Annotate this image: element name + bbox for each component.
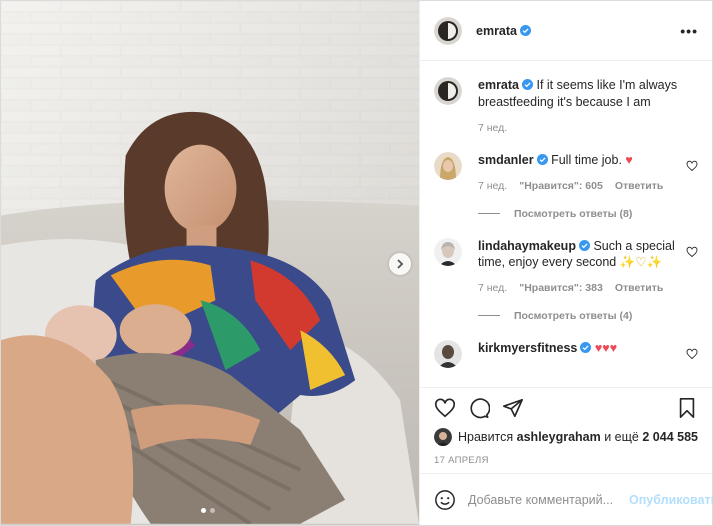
bookmark-icon[interactable] — [676, 397, 698, 419]
likes-summary[interactable]: Нравится ashleygraham и ещё 2 044 585 — [420, 427, 712, 447]
post-header: emrata ••• — [420, 1, 712, 61]
chevron-right-icon — [397, 259, 404, 269]
reply-button[interactable]: Ответить — [615, 282, 664, 294]
like-heart-icon[interactable] — [434, 397, 456, 419]
action-bar — [420, 387, 712, 427]
view-replies-button[interactable]: Посмотреть ответы (4) — [478, 310, 678, 322]
liker-avatar — [434, 428, 452, 446]
carousel-dots — [201, 508, 215, 513]
caption-username[interactable]: emrata — [478, 78, 519, 92]
caption: emrata If it seems like I'm always breas… — [434, 77, 698, 134]
comment-time[interactable]: 7 нед. — [478, 282, 507, 294]
photo-mother-breastfeeding — [1, 1, 419, 524]
carousel-dot-1 — [201, 508, 206, 513]
red-hearts-emoji: ♥♥♥ — [594, 340, 618, 355]
comment-bubble-icon[interactable] — [468, 397, 490, 419]
divider — [478, 315, 500, 316]
comment-username[interactable]: kirkmyersfitness — [478, 341, 577, 355]
avatar[interactable] — [434, 77, 462, 105]
carousel-dot-2 — [210, 508, 215, 513]
like-comment-heart-icon[interactable] — [686, 160, 698, 172]
view-replies-label: Посмотреть ответы (8) — [514, 207, 633, 220]
comment-text: Full time job. — [551, 153, 622, 167]
post-photo[interactable] — [1, 1, 419, 525]
comments-list[interactable]: emrata If it seems like I'm always breas… — [420, 61, 712, 387]
comment-time[interactable]: 7 нед. — [478, 180, 507, 192]
likes-user[interactable]: ashleygraham — [517, 430, 601, 444]
caption-text: emrata If it seems like I'm always breas… — [478, 77, 678, 110]
comment-username[interactable]: lindahaymakeup — [478, 239, 576, 253]
red-heart-emoji: ♥ — [625, 153, 633, 167]
verified-badge-icon — [520, 25, 531, 36]
more-options-icon[interactable]: ••• — [680, 23, 698, 39]
verified-badge-icon — [536, 154, 548, 165]
likes-prefix: Нравится — [458, 430, 514, 444]
post-date[interactable]: 17 АПРЕЛЯ — [420, 447, 712, 473]
comment-item: kirkmyersfitness ♥♥♥ — [434, 339, 698, 368]
view-replies-label: Посмотреть ответы (4) — [514, 309, 633, 322]
comment-item: smdanler Full time job. ♥ 7 нед. "Нравит… — [434, 152, 698, 220]
divider — [478, 213, 500, 214]
avatar[interactable] — [434, 152, 462, 180]
verified-badge-icon — [522, 79, 533, 90]
comment-likes[interactable]: "Нравится": 605 — [519, 180, 603, 192]
header-username[interactable]: emrata — [476, 24, 517, 38]
add-comment-bar: Опубликовать — [420, 473, 713, 525]
comment-input[interactable] — [468, 492, 629, 507]
like-comment-heart-icon[interactable] — [686, 348, 698, 360]
view-replies-button[interactable]: Посмотреть ответы (8) — [478, 208, 678, 220]
sparkles-heart-emoji: ✨♡✨ — [619, 255, 663, 269]
share-paper-plane-icon[interactable] — [502, 397, 524, 419]
emoji-smiley-icon[interactable] — [434, 489, 456, 511]
like-comment-heart-icon[interactable] — [686, 246, 698, 258]
comment-likes[interactable]: "Нравится": 383 — [519, 282, 603, 294]
likes-count[interactable]: 2 044 585 — [642, 430, 698, 444]
verified-badge-icon — [580, 341, 592, 353]
avatar[interactable] — [434, 237, 462, 266]
comment-item: lindahaymakeup Such a special time, enjo… — [434, 237, 698, 322]
likes-suffix: и ещё — [604, 430, 639, 444]
verified-badge-icon — [578, 239, 590, 251]
next-photo-button[interactable] — [389, 253, 411, 275]
post-sidebar: emrata ••• emrata If it seems like I'm a… — [419, 1, 713, 525]
reply-button[interactable]: Ответить — [615, 180, 664, 192]
caption-time[interactable]: 7 нед. — [478, 122, 507, 134]
instagram-post: emrata ••• emrata If it seems like I'm a… — [0, 0, 713, 526]
comment-username[interactable]: smdanler — [478, 153, 534, 167]
avatar[interactable] — [434, 339, 462, 368]
publish-button[interactable]: Опубликовать — [629, 493, 713, 507]
avatar[interactable] — [434, 16, 462, 45]
